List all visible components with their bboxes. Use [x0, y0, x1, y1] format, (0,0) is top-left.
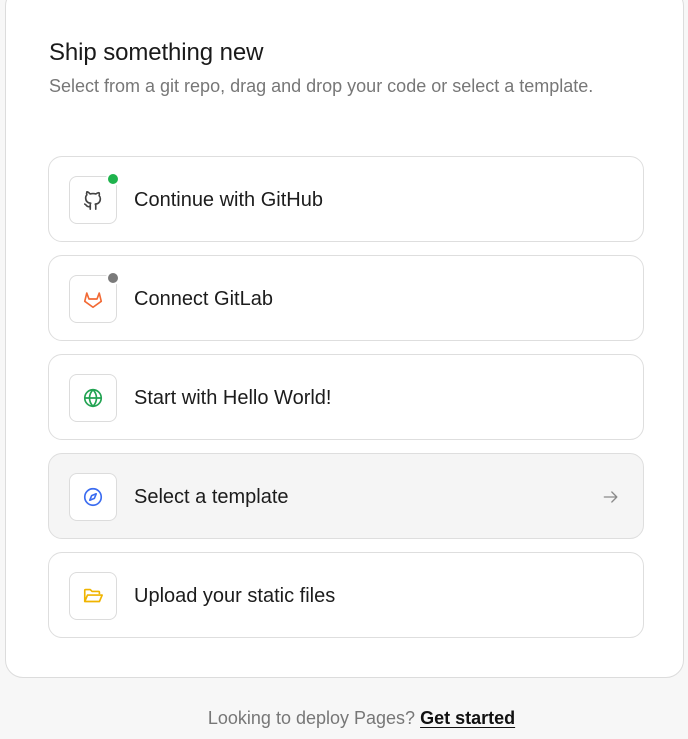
option-label: Continue with GitHub — [134, 189, 323, 211]
select-template-button[interactable]: Select a template — [48, 453, 644, 539]
ship-card: Ship something new Select from a git rep… — [5, 0, 684, 678]
compass-icon-box — [69, 473, 117, 521]
option-label: Select a template — [134, 486, 289, 508]
arrow-right-icon — [603, 491, 618, 503]
connect-gitlab-button[interactable]: Connect GitLab — [48, 255, 644, 341]
option-label: Upload your static files — [134, 585, 336, 607]
option-label: Start with Hello World! — [134, 387, 332, 409]
get-started-link[interactable]: Get started — [420, 708, 515, 728]
folder-open-icon — [83, 588, 103, 603]
globe-icon-box — [69, 374, 117, 422]
option-label: Connect GitLab — [134, 288, 273, 310]
upload-static-files-button[interactable]: Upload your static files — [48, 552, 644, 638]
continue-github-button[interactable]: Continue with GitHub — [48, 156, 644, 242]
folder-icon-box — [69, 572, 117, 620]
github-icon — [83, 191, 102, 210]
globe-icon — [83, 388, 103, 408]
footer: Looking to deploy Pages? Get started — [0, 708, 688, 729]
page-title: Ship something new — [49, 39, 264, 66]
github-icon-box — [69, 172, 120, 224]
disconnected-status-dot — [106, 271, 120, 285]
compass-icon — [83, 487, 103, 507]
page-subtitle: Select from a git repo, drag and drop yo… — [49, 76, 594, 96]
gitlab-icon — [83, 292, 103, 309]
footer-text: Looking to deploy Pages? — [207, 708, 416, 728]
hello-world-button[interactable]: Start with Hello World! — [48, 354, 644, 440]
gitlab-icon-box — [69, 271, 120, 323]
connected-status-dot — [106, 172, 120, 186]
